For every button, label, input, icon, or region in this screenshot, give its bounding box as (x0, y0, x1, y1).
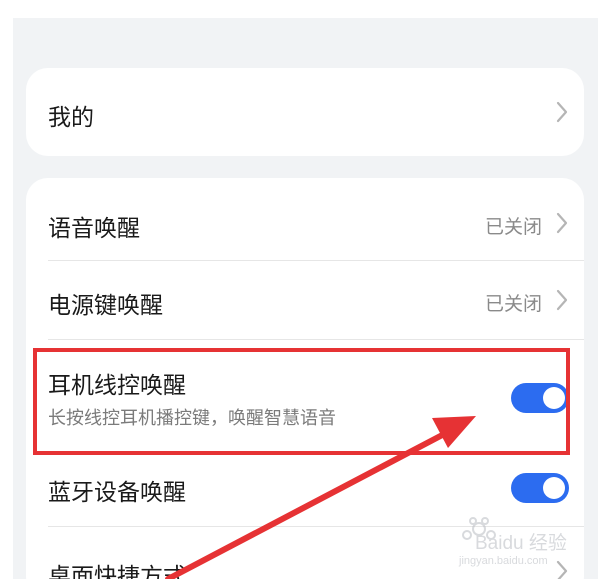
power-key-wake-row[interactable]: 电源键唤醒 已关闭 (26, 261, 584, 339)
baidu-jingyan-watermark: Baidu 经验 jingyan.baidu.com (455, 515, 590, 575)
desktop-shortcut-label: 桌面快捷方式 (48, 564, 186, 579)
watermark-url: jingyan.baidu.com (459, 555, 548, 567)
toggle-knob (543, 387, 565, 409)
mine-row[interactable]: 我的 (26, 68, 584, 156)
headset-wake-row: 耳机线控唤醒 长按线控耳机播控键，唤醒智慧语音 (26, 340, 584, 452)
power-key-wake-status: 已关闭 (484, 293, 542, 315)
chevron-right-icon (556, 289, 568, 311)
toggle-knob (543, 477, 565, 499)
headset-wake-toggle[interactable] (511, 383, 569, 413)
voice-wake-label: 语音唤醒 (48, 216, 140, 242)
bluetooth-wake-label: 蓝牙设备唤醒 (48, 480, 186, 506)
settings-screen: 我的 语音唤醒 已关闭 电源键唤醒 已关闭 耳机线控唤醒 长按线控耳机播控键，唤… (13, 18, 598, 579)
chevron-right-icon (556, 212, 568, 234)
mine-label: 我的 (48, 105, 94, 131)
power-key-wake-label: 电源键唤醒 (48, 293, 163, 319)
headset-wake-description: 长按线控耳机播控键，唤醒智慧语音 (48, 408, 336, 429)
mine-card: 我的 (26, 68, 584, 156)
voice-wake-status: 已关闭 (484, 216, 542, 238)
bluetooth-wake-toggle[interactable] (511, 473, 569, 503)
watermark-text: Baidu 经验 (475, 533, 567, 554)
headset-wake-label: 耳机线控唤醒 (48, 373, 186, 399)
chevron-right-icon (556, 101, 568, 123)
voice-wake-row[interactable]: 语音唤醒 已关闭 (26, 178, 584, 260)
